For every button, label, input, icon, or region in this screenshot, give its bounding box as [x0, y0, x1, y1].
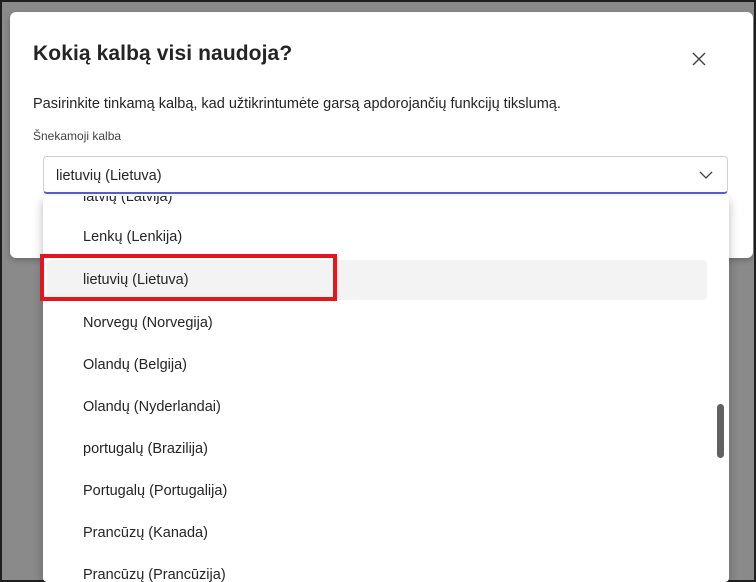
spoken-language-select[interactable]: lietuvių (Lietuva): [43, 156, 728, 194]
option-norvegu[interactable]: Norvegų (Norvegija): [43, 303, 707, 343]
option-latviu[interactable]: latvių (Latvija): [43, 196, 707, 217]
option-prancuzu-prancuzija[interactable]: Prancūzų (Prancūzija): [43, 555, 707, 582]
option-lenku[interactable]: Lenkų (Lenkija): [43, 217, 707, 257]
language-dropdown-list[interactable]: latvių (Latvija) Lenkų (Lenkija) lietuvi…: [43, 196, 729, 582]
option-lietuviu-selected[interactable]: lietuvių (Lietuva): [47, 260, 707, 300]
spoken-language-label: Šnekamoji kalba: [33, 129, 122, 143]
dropdown-scrollbar-thumb[interactable]: [717, 404, 724, 458]
select-value: lietuvių (Lietuva): [56, 168, 162, 184]
close-icon: [692, 52, 706, 66]
dialog-title: Kokią kalbą visi naudoja?: [33, 42, 293, 65]
close-button[interactable]: [690, 50, 708, 68]
chevron-down-icon: [699, 171, 713, 179]
option-prancuzu-kanada[interactable]: Prancūzų (Kanada): [43, 513, 707, 553]
option-olandu-nyderlandai[interactable]: Olandų (Nyderlandai): [43, 387, 707, 427]
option-portugalu-brazilija[interactable]: portugalų (Brazilija): [43, 429, 707, 469]
option-portugalu-portugalija[interactable]: Portugalų (Portugalija): [43, 471, 707, 511]
option-olandu-belgija[interactable]: Olandų (Belgija): [43, 345, 707, 385]
dialog-description: Pasirinkite tinkamą kalbą, kad užtikrint…: [33, 96, 561, 112]
